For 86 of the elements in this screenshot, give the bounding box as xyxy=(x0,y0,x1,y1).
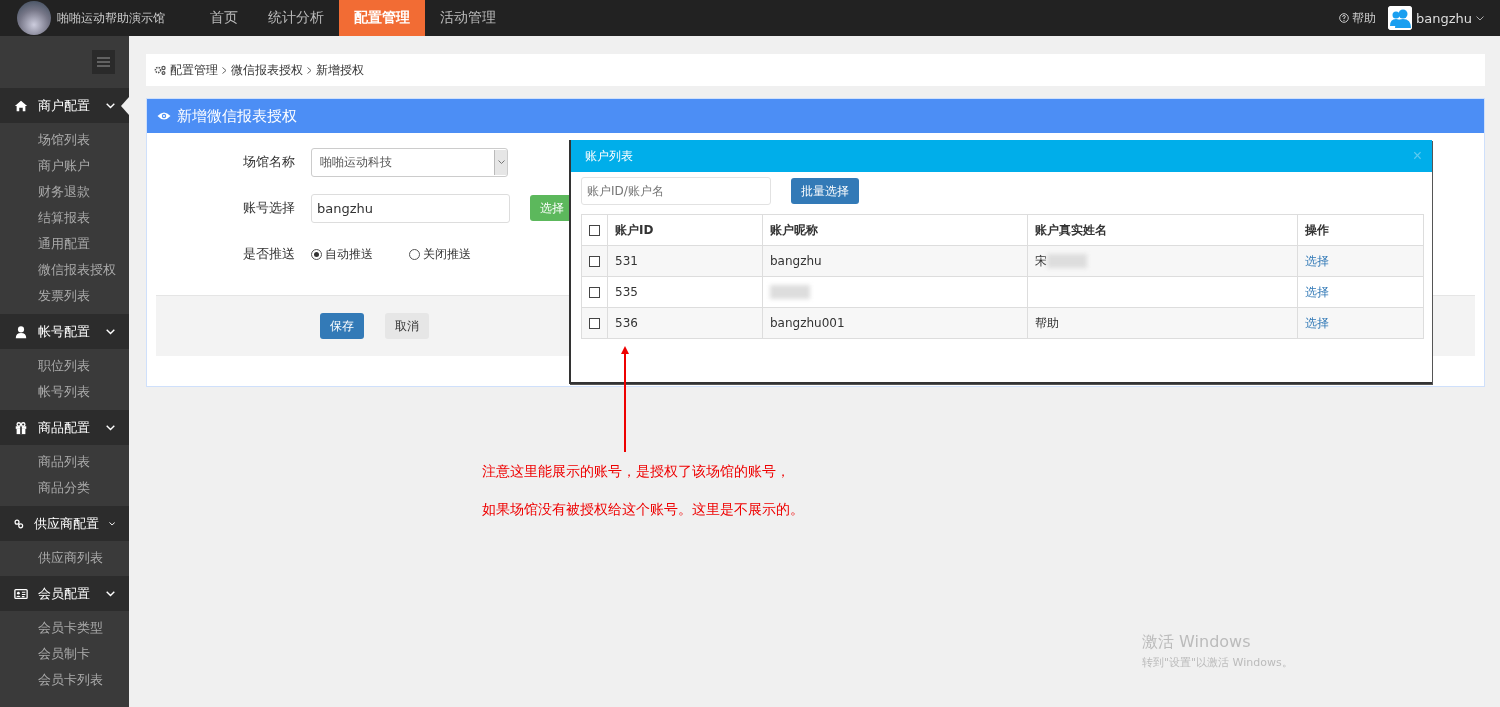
sidebar-item[interactable]: 帐号列表 xyxy=(0,379,129,405)
radio-label[interactable]: 关闭推送 xyxy=(423,245,471,263)
annotation-text: 如果场馆没有被授权给这个账号。这里是不展示的。 xyxy=(482,501,804,519)
select-link[interactable]: 选择 xyxy=(1305,284,1329,299)
dialog-title: 账户列表 xyxy=(585,147,633,165)
home-icon xyxy=(14,98,28,113)
user-name[interactable]: bangzhu xyxy=(1416,10,1472,26)
active-indicator xyxy=(121,97,129,115)
chevron-right-icon xyxy=(307,66,312,74)
avatar-icon[interactable] xyxy=(1388,6,1412,30)
checkbox[interactable] xyxy=(589,317,600,329)
checkbox[interactable] xyxy=(589,224,600,236)
push-radio[interactable]: 自动推送 xyxy=(311,245,373,263)
table-cell: 宋 xyxy=(1035,253,1047,268)
sidebar-item[interactable]: 商品列表 xyxy=(0,449,129,475)
sidebar-item[interactable]: 通用配置 xyxy=(0,231,129,257)
table-cell: 536 xyxy=(607,307,763,339)
sidebar-group[interactable]: 帐号配置 xyxy=(0,314,129,349)
sidebar-item[interactable]: 结算报表 xyxy=(0,205,129,231)
breadcrumb-item[interactable]: 配置管理 xyxy=(170,61,218,79)
help-icon xyxy=(1339,13,1349,23)
cancel-button[interactable]: 取消 xyxy=(385,313,429,339)
sidebar-item[interactable]: 场馆列表 xyxy=(0,127,129,153)
sidebar-item[interactable]: 会员卡列表 xyxy=(0,667,129,693)
sidebar-group[interactable]: 供应商配置 xyxy=(0,506,129,541)
select-link[interactable]: 选择 xyxy=(1305,253,1329,268)
column-header: 账户昵称 xyxy=(762,214,1028,246)
nav-tab[interactable]: 统计分析 xyxy=(253,0,339,36)
sidebar-group[interactable]: 商户配置 xyxy=(0,88,129,123)
chevron-down-icon xyxy=(106,102,115,109)
checkbox[interactable] xyxy=(589,286,600,298)
sidebar-item[interactable]: 发票列表 xyxy=(0,283,129,309)
chevron-right-icon xyxy=(222,66,227,74)
nav-tab[interactable]: 配置管理 xyxy=(339,0,425,36)
batch-select-button[interactable]: 批量选择 xyxy=(791,178,859,204)
chevron-down-icon xyxy=(106,590,115,597)
nav-tab[interactable]: 首页 xyxy=(195,0,253,36)
menu-toggle-button[interactable] xyxy=(92,50,115,74)
sidebar-item[interactable]: 会员制卡 xyxy=(0,641,129,667)
column-header: 操作 xyxy=(1297,214,1424,246)
field-label: 场馆名称 xyxy=(242,153,295,171)
field-label: 账号选择 xyxy=(242,199,295,217)
gift-icon xyxy=(14,420,28,435)
sidebar-group[interactable]: 会员配置 xyxy=(0,576,129,611)
gears-icon xyxy=(154,65,166,75)
menu-icon xyxy=(97,57,110,67)
logo-image xyxy=(17,1,51,35)
save-button[interactable]: 保存 xyxy=(320,313,364,339)
account-input[interactable]: bangzhu xyxy=(311,193,510,223)
site-name: 啪啪运动帮助演示馆 xyxy=(57,9,165,27)
breadcrumb-item[interactable]: 微信报表授权 xyxy=(231,61,303,79)
sidebar-item[interactable]: 职位列表 xyxy=(0,353,129,379)
chevron-down-icon xyxy=(1476,15,1484,21)
select-link[interactable]: 选择 xyxy=(1305,315,1329,330)
column-header: 账户ID xyxy=(607,214,763,246)
chevron-down-icon xyxy=(497,160,505,164)
table-cell: 535 xyxy=(607,276,763,308)
panel-title: 新增微信报表授权 xyxy=(177,106,297,126)
eye-icon xyxy=(157,111,171,121)
radio-label[interactable]: 自动推送 xyxy=(325,245,373,263)
sidebar-group[interactable]: 商品配置 xyxy=(0,410,129,445)
table-cell: 帮助 xyxy=(1035,315,1059,330)
help-link[interactable]: 帮助 xyxy=(1339,0,1376,36)
chevron-down-icon xyxy=(106,328,115,335)
breadcrumb-item: 新增授权 xyxy=(316,61,364,79)
id-card-icon xyxy=(14,586,28,601)
column-header: 账户真实姓名 xyxy=(1027,214,1298,246)
push-radio[interactable]: 关闭推送 xyxy=(409,245,471,263)
sidebar-item[interactable]: 财务退款 xyxy=(0,179,129,205)
field-label: 是否推送 xyxy=(242,245,295,263)
table-cell: bangzhu xyxy=(770,254,822,268)
user-icon xyxy=(14,324,28,339)
chevron-down-icon xyxy=(108,520,115,527)
sidebar-item[interactable]: 商品分类 xyxy=(0,475,129,501)
table-cell: bangzhu001 xyxy=(770,316,845,330)
sidebar-item[interactable]: 微信报表授权 xyxy=(0,257,129,283)
sidebar-item[interactable]: 供应商列表 xyxy=(0,545,129,571)
search-field[interactable]: 账户ID/账户名 xyxy=(581,177,771,205)
sidebar-item[interactable]: 会员卡类型 xyxy=(0,615,129,641)
annotation-text: 注意这里能展示的账号，是授权了该场馆的账号， xyxy=(482,463,791,481)
nav-tab[interactable]: 活动管理 xyxy=(425,0,511,36)
table-cell: 531 xyxy=(607,245,763,277)
sidebar-item[interactable]: 商户账户 xyxy=(0,153,129,179)
venue-select[interactable]: 啪啪运动科技 xyxy=(311,147,508,177)
checkbox[interactable] xyxy=(589,255,600,267)
chevron-down-icon xyxy=(106,424,115,431)
